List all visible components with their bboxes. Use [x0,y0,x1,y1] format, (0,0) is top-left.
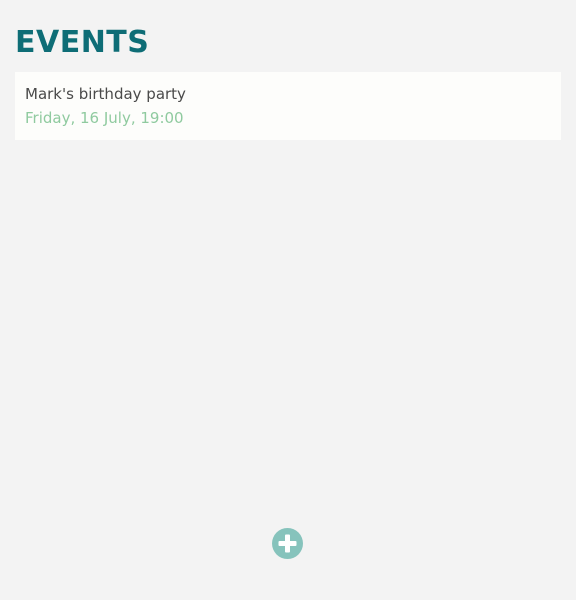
event-card[interactable]: Mark's birthday party Friday, 16 July, 1… [15,72,561,140]
event-name: Mark's birthday party [25,85,186,103]
page-title: EVENTS [15,25,150,60]
events-list: Mark's birthday party Friday, 16 July, 1… [15,72,561,140]
event-date: Friday, 16 July, 19:00 [25,109,184,127]
add-event-button[interactable] [272,528,303,559]
plus-icon [278,534,297,553]
